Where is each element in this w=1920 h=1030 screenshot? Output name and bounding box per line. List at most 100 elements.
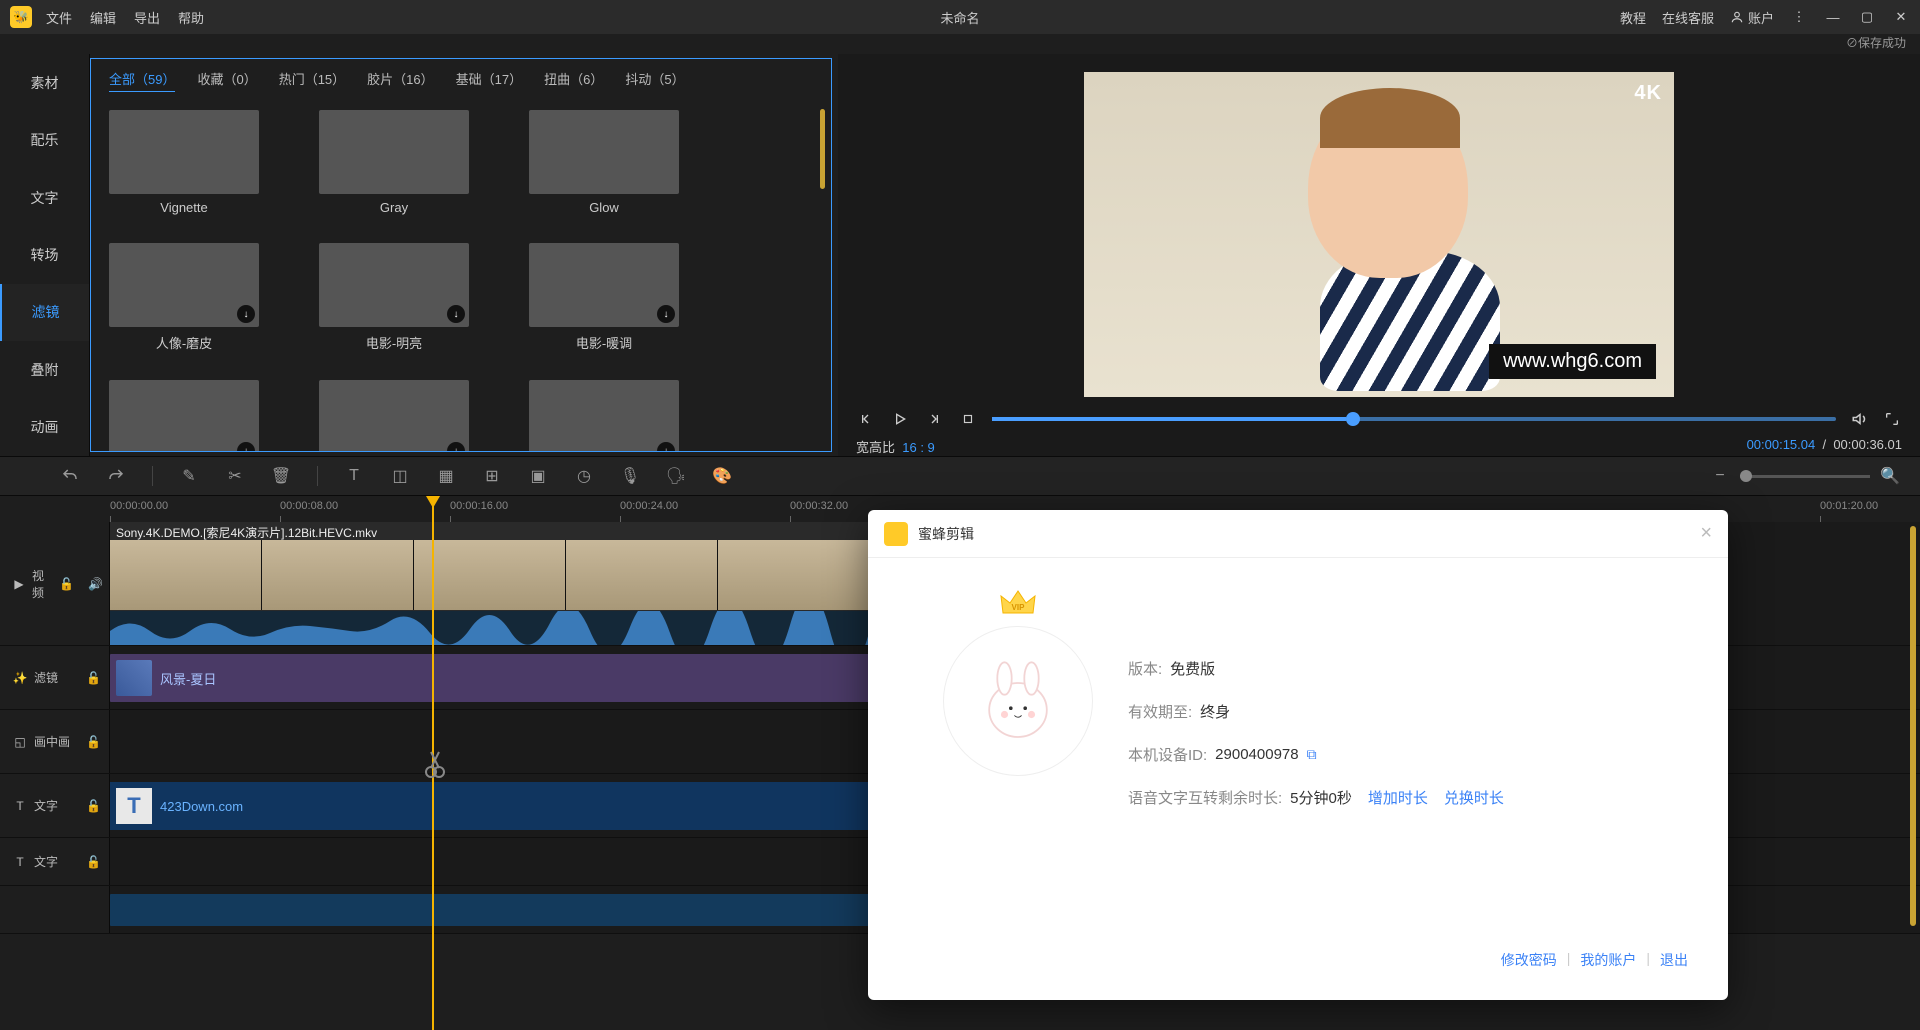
filter-tab-distort[interactable]: 扭曲（6）: [544, 69, 603, 92]
split-icon[interactable]: ✂: [225, 466, 245, 486]
filter-thumb: ↓: [109, 243, 259, 327]
download-icon[interactable]: ↓: [237, 442, 255, 452]
zoom-slider[interactable]: [1740, 475, 1870, 478]
download-icon[interactable]: ↓: [447, 305, 465, 323]
fullscreen-icon[interactable]: [1882, 409, 1902, 429]
speed-icon[interactable]: ◷: [574, 466, 594, 486]
filter-tab-basic[interactable]: 基础（17）: [456, 69, 522, 92]
mute-icon[interactable]: 🔊: [88, 576, 103, 592]
dub-icon[interactable]: 🗣: [666, 466, 686, 486]
maximize-icon[interactable]: ▢: [1858, 8, 1876, 26]
my-account-link[interactable]: 我的账户: [1580, 950, 1636, 970]
filter-tab-fav[interactable]: 收藏（0）: [197, 69, 256, 92]
crop-icon[interactable]: ◫: [390, 466, 410, 486]
menu-file[interactable]: 文件: [46, 8, 72, 27]
lock-icon[interactable]: 🔓: [86, 671, 101, 685]
main-menu: 文件 编辑 导出 帮助: [46, 8, 204, 27]
filter-label: 电影-明亮: [319, 333, 469, 352]
sidebar-item-animation[interactable]: 动画: [0, 399, 89, 456]
filter-item[interactable]: Vignette: [109, 110, 259, 215]
sidebar-item-audio[interactable]: 配乐: [0, 111, 89, 168]
lock-icon[interactable]: 🔓: [86, 799, 101, 813]
redo-icon[interactable]: [106, 466, 126, 486]
filter-tab-film[interactable]: 胶片（16）: [367, 69, 433, 92]
zoom-in-icon[interactable]: 🔍: [1880, 466, 1900, 486]
voice-icon[interactable]: 🎙: [620, 466, 640, 486]
filter-item[interactable]: ↓人像-提亮: [529, 380, 679, 452]
menu-edit[interactable]: 编辑: [90, 8, 116, 27]
sidebar-item-overlay[interactable]: 叠附: [0, 341, 89, 398]
link-tutorial[interactable]: 教程: [1620, 8, 1646, 27]
download-icon[interactable]: ↓: [657, 305, 675, 323]
settings-icon[interactable]: ⋮: [1790, 8, 1808, 26]
titlebar: 🐝 文件 编辑 导出 帮助 未命名 教程 在线客服 账户 ⋮ — ▢ ✕: [0, 0, 1920, 34]
copy-device-id-icon[interactable]: ⧉: [1307, 746, 1317, 763]
zoom-out-icon[interactable]: −: [1710, 466, 1730, 486]
filter-tab-hot[interactable]: 热门（15）: [279, 69, 345, 92]
modal-close-icon[interactable]: ×: [1700, 522, 1712, 545]
sidebar: 素材 配乐 文字 转场 滤镜 叠附 动画: [0, 54, 90, 456]
filter-scrollbar[interactable]: [820, 109, 825, 189]
play-button[interactable]: [890, 409, 910, 429]
download-icon[interactable]: ↓: [657, 442, 675, 452]
sidebar-item-transition[interactable]: 转场: [0, 226, 89, 283]
volume-icon[interactable]: [1850, 409, 1870, 429]
text-clip[interactable]: T 423Down.com: [110, 782, 870, 830]
filter-item[interactable]: ↓风景-夏日: [109, 380, 259, 452]
menu-help[interactable]: 帮助: [178, 8, 204, 27]
svg-text:VIP: VIP: [1012, 603, 1026, 612]
change-password-link[interactable]: 修改密码: [1501, 950, 1557, 970]
filter-thumb: ↓: [529, 243, 679, 327]
lock-icon[interactable]: 🔓: [86, 735, 101, 749]
filter-tab-all[interactable]: 全部（59）: [109, 69, 175, 92]
sidebar-item-filter[interactable]: 滤镜: [0, 284, 89, 341]
timeline-scrollbar[interactable]: [1910, 526, 1916, 926]
download-icon[interactable]: ↓: [237, 305, 255, 323]
download-icon[interactable]: ↓: [447, 442, 465, 452]
stop-button[interactable]: [958, 409, 978, 429]
sidebar-item-text[interactable]: 文字: [0, 169, 89, 226]
prev-frame-button[interactable]: [856, 409, 876, 429]
extra-clip[interactable]: [110, 894, 870, 926]
text-tool-icon[interactable]: T: [344, 466, 364, 486]
account-modal: 蜜蜂剪辑 × VIP 版本: 免费版 有效期至: 终身 本机设备ID: 2900…: [868, 510, 1728, 1000]
cut-marker-icon[interactable]: [425, 750, 445, 780]
filter-item[interactable]: Gray: [319, 110, 469, 215]
filter-item[interactable]: ↓电影-典雅: [319, 380, 469, 452]
exchange-duration-link[interactable]: 兑换时长: [1444, 787, 1504, 808]
account-menu[interactable]: 账户: [1730, 8, 1774, 27]
filter-thumb: [319, 110, 469, 194]
logout-link[interactable]: 退出: [1660, 950, 1688, 970]
filter-item[interactable]: Glow: [529, 110, 679, 215]
delete-icon[interactable]: 🗑: [271, 466, 291, 486]
video-clip[interactable]: Sony.4K.DEMO.[索尼4K演示片].12Bit.HEVC.mkv: [110, 522, 870, 645]
undo-icon[interactable]: [60, 466, 80, 486]
preview-canvas: 4K www.whg6.com: [1084, 72, 1674, 397]
preview-seek-slider[interactable]: [992, 417, 1836, 421]
menu-export[interactable]: 导出: [134, 8, 160, 27]
filter-item[interactable]: ↓电影-暖调: [529, 243, 679, 352]
lock-icon[interactable]: 🔓: [59, 577, 74, 591]
document-title: 未命名: [940, 8, 979, 27]
time-display: 00:00:15.04 / 00:00:36.01: [1747, 437, 1902, 456]
close-icon[interactable]: ✕: [1892, 8, 1910, 26]
lock-icon[interactable]: 🔓: [86, 855, 101, 869]
track-label: 滤镜: [34, 669, 58, 686]
add-duration-link[interactable]: 增加时长: [1368, 787, 1428, 808]
freeze-icon[interactable]: ▣: [528, 466, 548, 486]
filter-item[interactable]: ↓人像-磨皮: [109, 243, 259, 352]
next-frame-button[interactable]: [924, 409, 944, 429]
minimize-icon[interactable]: —: [1824, 8, 1842, 26]
color-icon[interactable]: 🎨: [712, 466, 732, 486]
tts-row: 语音文字互转剩余时长: 5分钟0秒 增加时长 兑换时长: [1128, 787, 1688, 808]
link-support[interactable]: 在线客服: [1662, 8, 1714, 27]
mosaic-icon[interactable]: ▦: [436, 466, 456, 486]
filter-item[interactable]: ↓ 电影-明亮: [319, 243, 469, 352]
sidebar-item-media[interactable]: 素材: [0, 54, 89, 111]
grid-icon[interactable]: ⊞: [482, 466, 502, 486]
filter-clip[interactable]: 风景-夏日: [110, 654, 870, 702]
expire-row: 有效期至: 终身: [1128, 701, 1688, 722]
filter-tab-shake[interactable]: 抖动（5）: [625, 69, 684, 92]
edit-icon[interactable]: ✎: [179, 466, 199, 486]
text-clip-icon: T: [116, 788, 152, 824]
